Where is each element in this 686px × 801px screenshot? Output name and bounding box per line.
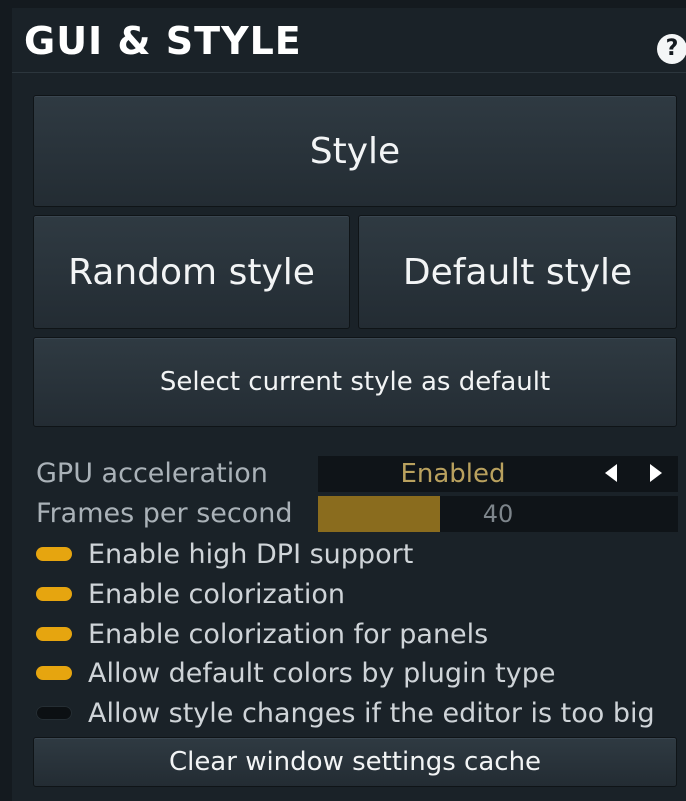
frames-per-second-value: 40 bbox=[482, 500, 514, 528]
panel-title: GUI & STYLE bbox=[24, 19, 302, 63]
checkbox-row[interactable]: Enable high DPI support bbox=[36, 538, 414, 570]
gpu-acceleration-label: GPU acceleration bbox=[36, 458, 268, 489]
toggle-led-icon[interactable] bbox=[36, 627, 72, 641]
checkbox-label: Allow default colors by plugin type bbox=[88, 657, 556, 689]
random-style-button[interactable]: Random style bbox=[33, 215, 350, 329]
default-style-button[interactable]: Default style bbox=[358, 215, 677, 329]
checkbox-row[interactable]: Allow default colors by plugin type bbox=[36, 657, 556, 689]
gpu-acceleration-selector[interactable]: Enabled bbox=[318, 456, 678, 492]
toggle-led-icon[interactable] bbox=[36, 547, 72, 561]
toggle-led-icon[interactable] bbox=[36, 587, 72, 601]
toggle-led-icon[interactable] bbox=[36, 666, 72, 680]
checkbox-label: Enable colorization bbox=[88, 578, 345, 610]
gpu-acceleration-value: Enabled bbox=[400, 459, 506, 489]
frames-per-second-slider[interactable]: 40 bbox=[318, 496, 678, 532]
slider-fill bbox=[318, 496, 441, 532]
help-icon[interactable]: ? bbox=[657, 34, 686, 64]
toggle-led-icon[interactable] bbox=[36, 706, 72, 720]
arrow-left-icon[interactable] bbox=[605, 464, 617, 482]
checkbox-label: Allow style changes if the editor is too… bbox=[88, 697, 655, 729]
checkbox-label: Enable colorization for panels bbox=[88, 618, 489, 650]
checkbox-row[interactable]: Allow style changes if the editor is too… bbox=[36, 697, 655, 729]
checkbox-label: Enable high DPI support bbox=[88, 538, 414, 570]
select-current-style-default-button[interactable]: Select current style as default bbox=[33, 337, 677, 427]
frames-per-second-label: Frames per second bbox=[36, 498, 293, 529]
checkbox-row[interactable]: Enable colorization bbox=[36, 578, 345, 610]
clear-window-settings-cache-button[interactable]: Clear window settings cache bbox=[33, 737, 677, 787]
style-button[interactable]: Style bbox=[33, 95, 677, 207]
arrow-right-icon[interactable] bbox=[650, 464, 662, 482]
title-divider bbox=[12, 72, 686, 73]
checkbox-row[interactable]: Enable colorization for panels bbox=[36, 618, 489, 650]
